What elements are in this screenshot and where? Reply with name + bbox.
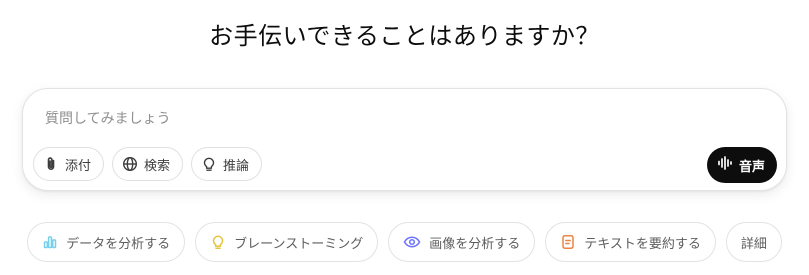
bar-chart-icon bbox=[42, 234, 58, 250]
prompt-input[interactable] bbox=[45, 107, 645, 131]
search-label: 検索 bbox=[144, 158, 171, 174]
attach-button[interactable]: 添付 bbox=[33, 147, 105, 181]
globe-icon bbox=[122, 156, 138, 172]
voice-label: 音声 bbox=[738, 159, 765, 175]
suggestion-label: テキストを要約する bbox=[584, 236, 701, 252]
document-icon bbox=[560, 234, 576, 250]
eye-icon bbox=[403, 234, 421, 250]
suggestion-brainstorm[interactable]: ブレーンストーミング bbox=[195, 222, 379, 262]
suggestion-label: 画像を分析する bbox=[429, 236, 521, 252]
waveform-icon bbox=[717, 155, 733, 175]
suggestion-chips: データを分析する ブレーンストーミング 画像を分析する テキストを要約する 詳細 bbox=[0, 222, 809, 262]
search-button[interactable]: 検索 bbox=[112, 147, 184, 181]
page-headline: お手伝いできることはありますか？ bbox=[209, 22, 600, 50]
voice-button[interactable]: 音声 bbox=[706, 147, 777, 183]
suggestion-more[interactable]: 詳細 bbox=[725, 222, 782, 262]
composer-tools: 添付 検索 推論 bbox=[33, 147, 263, 181]
prompt-composer[interactable]: 添付 検索 推論 bbox=[22, 88, 787, 191]
reason-button[interactable]: 推論 bbox=[191, 147, 263, 181]
paperclip-icon bbox=[43, 156, 59, 172]
suggestion-analyze-data[interactable]: データを分析する bbox=[27, 222, 186, 262]
suggestion-label: 詳細 bbox=[740, 236, 767, 252]
chat-home: お手伝いできることはありますか？ 添付 bbox=[0, 0, 809, 275]
reason-label: 推論 bbox=[223, 158, 250, 174]
suggestion-label: ブレーンストーミング bbox=[234, 236, 364, 252]
suggestion-analyze-image[interactable]: 画像を分析する bbox=[388, 222, 536, 262]
suggestion-label: データを分析する bbox=[66, 236, 171, 252]
attach-label: 添付 bbox=[65, 158, 92, 174]
suggestion-summarize-text[interactable]: テキストを要約する bbox=[545, 222, 716, 262]
lightbulb-icon bbox=[210, 234, 226, 250]
lightbulb-icon bbox=[201, 156, 217, 172]
